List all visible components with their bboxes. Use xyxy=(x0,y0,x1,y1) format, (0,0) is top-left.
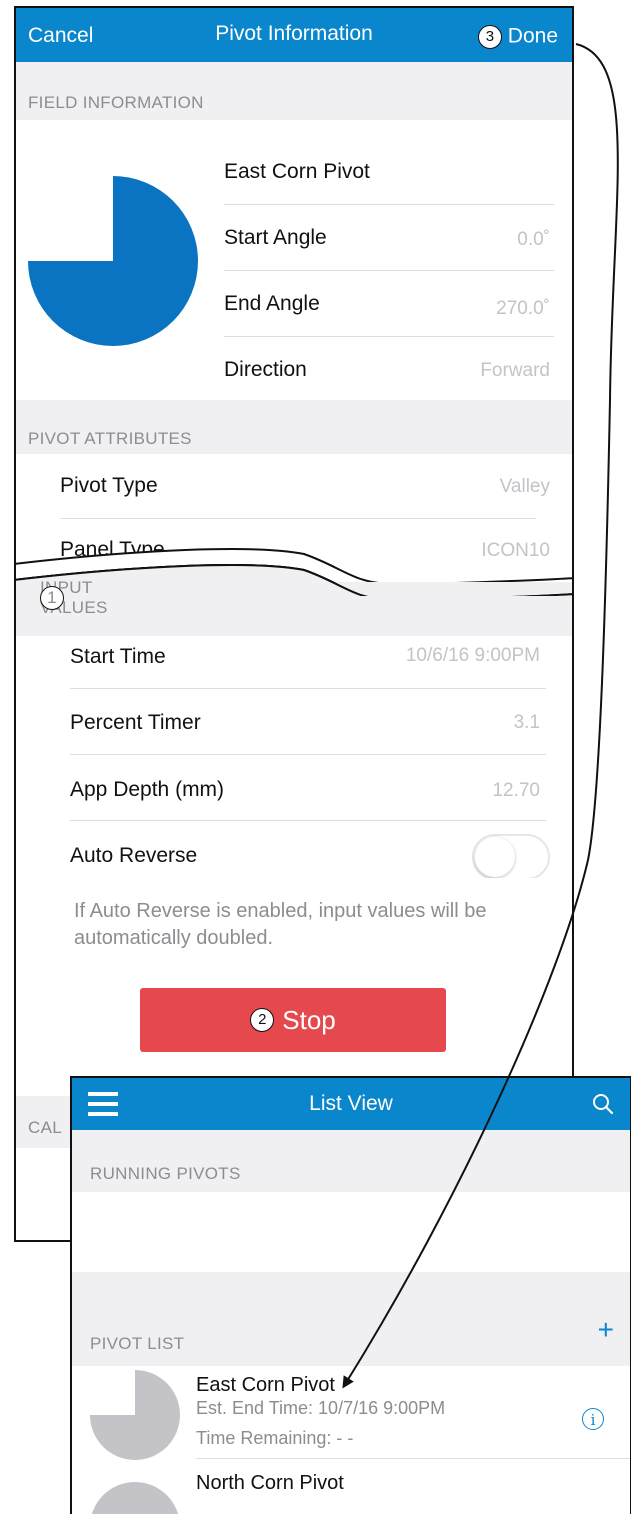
pivot-coverage-pie xyxy=(28,176,198,346)
pivot-info-navbar: Cancel Pivot Information 3 Done xyxy=(16,8,572,62)
divider xyxy=(60,518,536,519)
running-pivots-header-label: RUNNING PIVOTS xyxy=(90,1164,241,1183)
divider xyxy=(70,688,546,689)
callout-2: 2 xyxy=(250,1008,275,1032)
divider xyxy=(196,1458,630,1459)
app-depth-value: 12.70 xyxy=(492,780,540,801)
pivot-item-name: North Corn Pivot xyxy=(196,1472,344,1494)
pivot-thumbnail xyxy=(90,1370,180,1460)
done-button-label: Done xyxy=(507,24,558,48)
list-view-screen: List View RUNNING PIVOTS PIVOT LIST + Ea… xyxy=(70,1076,631,1514)
percent-timer-value: 3.1 xyxy=(513,712,540,733)
list-view-navbar: List View xyxy=(72,1078,630,1130)
field-information-header: FIELD INFORMATION xyxy=(16,62,572,120)
direction-label: Direction xyxy=(224,358,307,381)
start-time-value: 10/6/16 9:00PM xyxy=(405,645,540,666)
info-icon[interactable]: i xyxy=(582,1408,604,1430)
direction-value: Forward xyxy=(480,360,550,381)
pivot-list-header: PIVOT LIST xyxy=(72,1272,630,1366)
list-view-title: List View xyxy=(309,1092,393,1115)
pie-slice xyxy=(91,1482,179,1514)
pivot-name: East Corn Pivot xyxy=(224,160,370,183)
toggle-knob xyxy=(475,837,515,877)
auto-reverse-note: If Auto Reverse is enabled, input values… xyxy=(74,900,487,949)
divider xyxy=(224,270,554,271)
auto-reverse-label: Auto Reverse xyxy=(70,844,198,867)
start-angle-value: 0.0˚ xyxy=(517,229,550,250)
pivot-item-name: East Corn Pivot xyxy=(196,1374,335,1396)
app-depth-label: App Depth (mm) xyxy=(70,778,225,801)
pivot-item-time-remaining: Time Remaining: - - xyxy=(196,1428,354,1448)
pivot-information-screen-lower: If Auto Reverse is enabled, input values… xyxy=(14,878,574,1076)
percent-timer-label: Percent Timer xyxy=(70,711,201,734)
input-values-header: INPUT VALUES 1 xyxy=(16,578,572,636)
pivot-type-value: Valley xyxy=(499,476,550,497)
callout-3: 3 xyxy=(477,25,502,49)
start-time-label: Start Time xyxy=(70,645,166,668)
pivot-type-label: Pivot Type xyxy=(60,474,158,497)
divider xyxy=(70,820,546,821)
pivot-information-screen: Cancel Pivot Information 3 Done FIELD IN… xyxy=(14,6,574,880)
end-angle-label: End Angle xyxy=(224,292,320,315)
pie-slice xyxy=(28,176,198,346)
divider xyxy=(224,204,554,205)
partial-section-header-label: CAL xyxy=(28,1118,62,1137)
done-button[interactable]: 3 Done xyxy=(477,24,558,49)
pivot-thumbnail xyxy=(91,1482,179,1514)
end-angle-value: 270.0˚ xyxy=(496,298,550,319)
pie-slice xyxy=(90,1370,180,1460)
running-pivots-header: RUNNING PIVOTS xyxy=(72,1130,630,1192)
callout-1: 1 xyxy=(40,586,64,610)
stop-button[interactable]: 2 Stop xyxy=(140,988,446,1052)
pivot-attributes-header-label: PIVOT ATTRIBUTES xyxy=(28,429,192,448)
field-information-header-label: FIELD INFORMATION xyxy=(28,93,204,112)
auto-reverse-toggle[interactable] xyxy=(472,834,550,878)
pivot-list-header-label: PIVOT LIST xyxy=(90,1334,185,1353)
pivot-item-est-end: Est. End Time: 10/7/16 9:00PM xyxy=(196,1398,446,1418)
divider xyxy=(224,336,554,337)
stop-button-label: Stop xyxy=(282,1004,336,1035)
start-angle-label: Start Angle xyxy=(224,226,327,249)
divider xyxy=(70,754,546,755)
pivot-attributes-header: PIVOT ATTRIBUTES xyxy=(16,400,572,454)
add-pivot-button[interactable]: + xyxy=(598,1316,614,1344)
search-icon[interactable] xyxy=(592,1093,614,1115)
